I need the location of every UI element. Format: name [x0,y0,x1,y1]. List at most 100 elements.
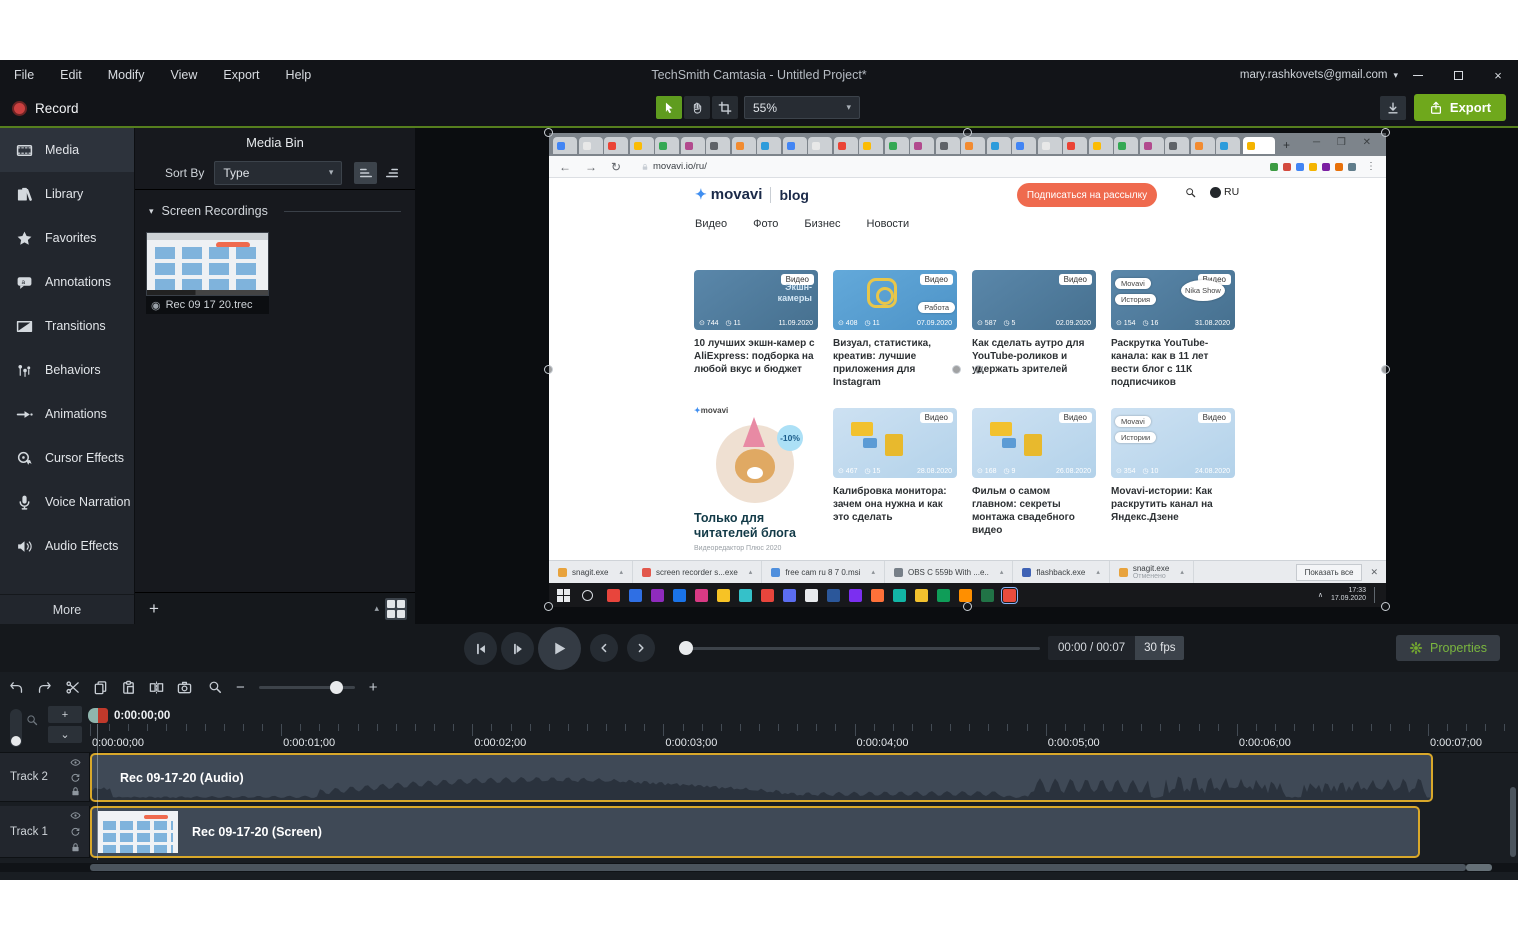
minimize-button[interactable] [1398,60,1438,90]
playhead-out-handle[interactable] [98,708,108,723]
menu-item[interactable]: File [14,68,34,82]
timeline-horizontal-scrollbar[interactable] [0,863,1518,872]
account-menu[interactable]: mary.rashkovets@gmail.com ▾ [1240,60,1398,90]
copy-button[interactable] [88,675,112,699]
browser-tab [961,137,985,154]
taskbar-clock: 17:33 17.09.2020 [1331,587,1366,603]
fps-display[interactable]: 30 fps [1135,636,1184,660]
article-card: ВидеоРабота⊙ 408◷ 1107.09.2020Визуал, ст… [833,270,957,389]
date: 28.08.2020 [917,468,952,475]
playhead-in-handle[interactable] [88,708,98,723]
zoom-out-button[interactable]: − [236,679,245,696]
zoom-in-button[interactable]: + [369,679,378,696]
timeline-zoom-handle[interactable] [330,681,343,694]
quick-export-button[interactable] [1380,96,1406,120]
timeline-ruler[interactable]: 0:00:00;000:00:01;000:00:02;000:00:03;00… [0,724,1518,753]
step-forward-button[interactable] [501,632,534,665]
cursor-tool-button[interactable] [656,96,682,119]
resize-handle[interactable] [1381,602,1390,611]
sidebar-item-voice-narration[interactable]: Voice Narration [0,480,134,524]
sidebar-more-button[interactable]: More [0,594,134,624]
properties-button[interactable]: Properties [1396,635,1500,661]
lock-icon[interactable] [70,786,81,797]
resize-handle[interactable] [963,128,972,137]
scissors-button[interactable] [60,675,84,699]
redo-button[interactable] [32,675,56,699]
sidebar-item-cursor-effects[interactable]: Cursor Effects [0,436,134,480]
extension-icon [1348,163,1356,171]
close-button[interactable]: × [1478,60,1518,90]
minimize-icon [1413,75,1423,76]
camera-button[interactable] [172,675,196,699]
ruler-tick [893,724,894,731]
star-icon [16,230,33,247]
previous-frame-button[interactable] [464,632,497,665]
sidebar-item-media[interactable]: Media [0,128,134,172]
film-icon [16,142,33,159]
ruler-tick [969,724,970,731]
sidebar-item-behaviors[interactable]: Behaviors [0,348,134,392]
sort-ascending-button[interactable] [354,162,377,184]
loop-icon[interactable] [70,826,81,837]
back-icon: ← [559,160,575,174]
sort-type-select[interactable]: Type ▾ [214,161,342,185]
resize-handle[interactable] [1381,128,1390,137]
eye-icon[interactable] [70,757,81,768]
toolbar: Record 55% ▾ Export [0,90,1518,126]
paste-button[interactable] [116,675,140,699]
resize-handle[interactable] [544,128,553,137]
sort-descending-button[interactable] [380,162,403,184]
menu-item[interactable]: View [171,68,198,82]
grid-view-button[interactable] [385,598,407,620]
menu-item[interactable]: Edit [60,68,82,82]
sidebar-item-favorites[interactable]: Favorites [0,216,134,260]
audio-clip[interactable]: Rec 09-17-20 (Audio) [90,753,1433,802]
ruler-tick [1294,724,1295,731]
ruler-tick [683,724,684,731]
maximize-button[interactable] [1438,60,1478,90]
seek-handle[interactable] [679,641,693,655]
seek-slider[interactable] [690,647,1040,650]
crop-tool-button[interactable] [712,96,738,119]
media-clip-item[interactable]: ◉ Rec 09 17 20.trec [146,232,269,314]
timeline-zoom-slider[interactable] [259,686,355,689]
sidebar-item-transitions[interactable]: Transitions [0,304,134,348]
menu-item[interactable]: Help [286,68,312,82]
resize-handle[interactable] [963,602,972,611]
screen-clip-thumbnail [98,811,178,853]
preview-video[interactable]: +─ ❒ ✕ ← → ↻ movavi.io/ru/ ⋮ ✦ [549,133,1386,607]
illustration-shape [1002,438,1016,448]
play-button[interactable] [538,627,581,670]
track-row-1: Track 1 Rec 09-17-20 (Screen) [0,806,1518,858]
canvas-area[interactable]: +─ ❒ ✕ ← → ↻ movavi.io/ru/ ⋮ ✦ [415,128,1518,624]
export-button[interactable]: Export [1414,94,1506,121]
menu-item[interactable]: Modify [108,68,145,82]
jump-forward-button[interactable] [627,634,655,662]
sidebar-item-animations[interactable]: Animations [0,392,134,436]
canvas-zoom-select[interactable]: 55% ▾ [744,96,860,119]
sidebar-item-annotations[interactable]: aAnnotations [0,260,134,304]
sidebar-item-audio-effects[interactable]: Audio Effects [0,524,134,568]
rotation-handle[interactable] [974,365,983,374]
hand-tool-button[interactable] [684,96,710,119]
screen-clip[interactable]: Rec 09-17-20 (Screen) [90,806,1420,858]
resize-handle[interactable] [544,602,553,611]
center-handle[interactable] [952,365,961,374]
jump-back-button[interactable] [590,634,618,662]
lock-icon[interactable] [70,842,81,853]
record-button[interactable]: Record [12,95,79,121]
eye-icon[interactable] [70,810,81,821]
loop-icon[interactable] [70,772,81,783]
collapse-icon[interactable]: ▴ [374,603,379,614]
resize-handle[interactable] [544,365,553,374]
add-track-button[interactable]: + [48,706,82,723]
resize-handle[interactable] [1381,365,1390,374]
timeline-vertical-scrollbar[interactable] [1510,787,1516,857]
split-button[interactable] [144,675,168,699]
sidebar-item-library[interactable]: Library [0,172,134,216]
menu-item[interactable]: Export [223,68,259,82]
screen-recordings-group[interactable]: ▾ Screen Recordings [149,204,401,218]
add-media-button[interactable]: + [143,598,165,620]
playhead[interactable]: 0:00:00;00 [88,708,170,723]
undo-button[interactable] [4,675,28,699]
